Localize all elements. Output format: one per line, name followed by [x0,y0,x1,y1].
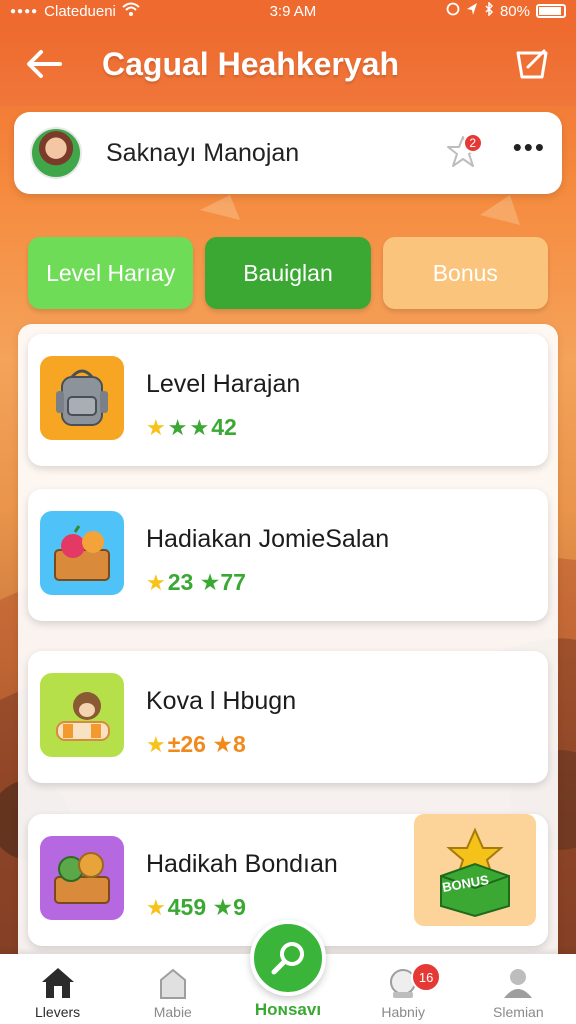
profile-name: Saknayı Manojan [106,138,300,167]
status-time: 3:9 AM [269,2,317,20]
more-options-button[interactable]: ••• [513,132,546,175]
list-item[interactable]: Hadiakan JomieSalan ★ 23 ★77 [28,489,548,621]
item-score: ★ 23 ★77 [146,569,246,596]
list-item[interactable]: Kova l Hbugn ★ ±26 ★8 [28,651,548,783]
nav-item-habniy[interactable]: 16 Habniy [353,962,453,1020]
page-title: Cagual Heahkeryah [102,45,400,82]
center-action-button[interactable] [250,920,326,996]
star-icon: ★ [146,731,166,757]
star-icon: ★ [146,894,166,920]
status-bar: ●●●● Clatedueni 3:9 AM 80% [0,0,576,22]
alarm-icon [446,2,460,20]
edit-icon [516,49,548,79]
wifi-icon [122,2,140,20]
nav-label: Llevers [35,1004,81,1020]
nav-label: Hoɴsavı [254,1000,322,1019]
notification-button[interactable]: 2 [441,131,485,175]
animal-toy-icon [40,673,124,757]
star-icon: ★ [189,414,210,440]
bluetooth-icon [484,1,494,20]
tab-bar: Level Harıay Bauiglan Bonus [28,237,548,309]
tab-bonus[interactable]: Bonus [382,237,548,309]
item-title: Level Harajan [146,370,301,398]
item-score: ★ ±26 ★8 [146,731,246,758]
item-score: ★ ★ ★ 42 [146,414,237,441]
treasure-chest-icon [40,836,124,920]
star-icon: ★ [146,569,166,595]
nav-badge: 16 [411,962,442,992]
score-value: 23 ★77 [167,569,246,595]
signal-icon: ●●●● [10,5,39,17]
item-list: Level Harajan ★ ★ ★ 42 Hadiakan JomieSal… [18,324,558,954]
nav-label: Habniy [381,1004,425,1020]
battery-percent: 80% [499,2,530,20]
star-icon: ★ [167,414,188,440]
location-icon [466,2,478,20]
tab-level[interactable]: Level Harıay [28,237,194,309]
arrow-left-icon [27,50,62,78]
magnifier-icon [271,942,304,975]
nav-label: Slemian [493,1004,544,1020]
avatar[interactable] [30,127,82,179]
score-value: ±26 ★8 [167,731,246,757]
item-title: Hadikah Bondıan [146,850,338,878]
fruit-basket-icon [40,511,124,595]
score-value: 459 ★9 [167,894,246,920]
score-value: 42 [211,414,237,440]
nav-item-slemian[interactable]: Slemian [468,966,568,1020]
gift-box-icon [440,827,510,918]
app-header: Cagual Heahkeryah [0,22,576,106]
more-icon: ••• [512,131,546,162]
nav-item-levers[interactable]: Llevers [8,966,108,1020]
item-score: ★ 459 ★9 [146,894,246,921]
profile-icon [504,969,533,998]
profile-card[interactable]: Saknayı Manojan 2 ••• [14,112,562,194]
backpack-icon [40,356,124,440]
home-icon [41,968,74,998]
notification-badge: 2 [462,133,483,153]
list-item[interactable]: Level Harajan ★ ★ ★ 42 [28,334,548,466]
carrier-label: Clatedueni [44,2,116,20]
item-title: Hadiakan JomieSalan [146,525,390,553]
star-icon: ★ [146,414,166,440]
nav-item-mabie[interactable]: Mabie [123,966,223,1020]
back-button[interactable] [22,42,66,86]
item-title: Kova l Hbugn [146,687,297,715]
house-icon [159,968,186,999]
battery-icon [536,4,566,18]
edit-button[interactable] [510,42,554,86]
tab-bauiglan[interactable]: Bauiglan [205,237,371,309]
nav-label: Mabie [153,1004,192,1020]
bonus-box[interactable]: BONUS [414,814,536,926]
